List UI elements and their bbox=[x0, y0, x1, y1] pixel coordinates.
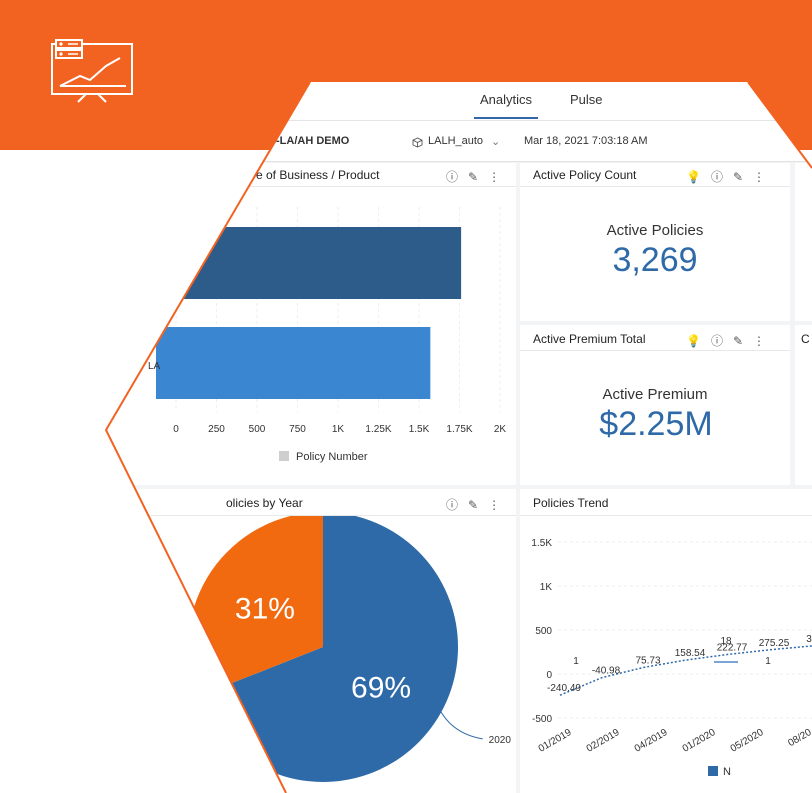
hexagon-outline bbox=[104, 81, 812, 793]
